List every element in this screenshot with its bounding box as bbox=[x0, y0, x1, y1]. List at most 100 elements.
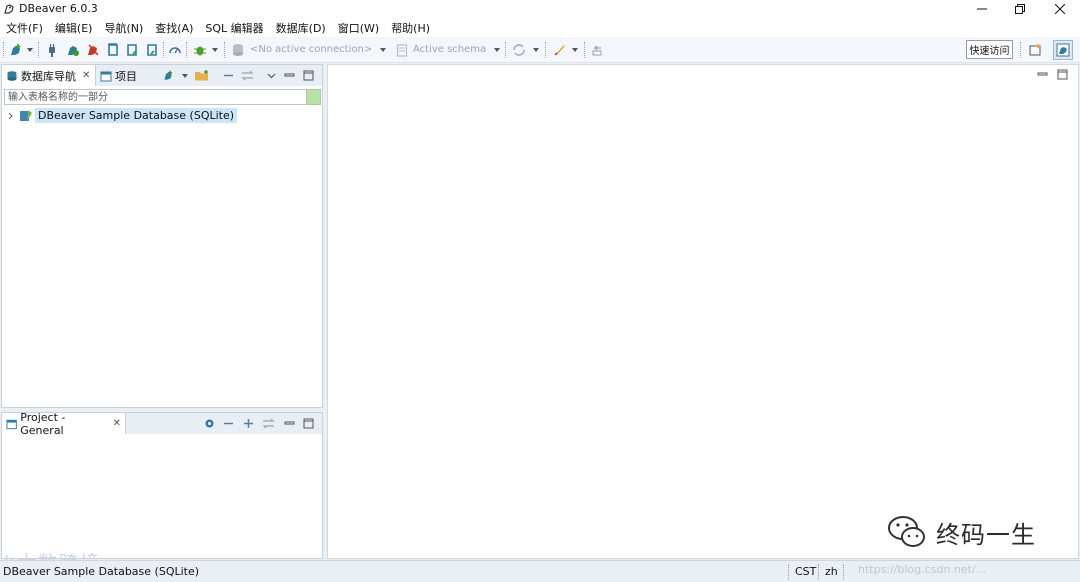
menu-edit[interactable]: 编辑(E) bbox=[51, 20, 97, 36]
editor-area[interactable] bbox=[327, 64, 1079, 559]
open-perspective-icon bbox=[1029, 44, 1041, 56]
tools-button[interactable] bbox=[552, 42, 568, 58]
collapse-all-button[interactable] bbox=[222, 69, 235, 82]
maximize-panel-button[interactable] bbox=[302, 69, 315, 82]
tab-project-general[interactable]: Project - General ✕ bbox=[2, 410, 126, 437]
dbeaver-perspective-button[interactable] bbox=[1053, 40, 1073, 60]
dbeaver-perspective-icon bbox=[1056, 43, 1070, 57]
database-navigator-panel: 数据库导航 ✕ 项目 输入表格名称的一部分 DBeaver Sample Dat… bbox=[1, 64, 323, 408]
link-with-editor-button[interactable] bbox=[240, 69, 255, 82]
tab-label: Project - General bbox=[20, 410, 66, 437]
database-navigator-icon bbox=[7, 70, 17, 81]
back-arrow-icon bbox=[592, 45, 602, 56]
project-collapse-button[interactable] bbox=[222, 417, 235, 430]
menu-file[interactable]: 文件(F) bbox=[2, 20, 47, 36]
disconnect-button[interactable] bbox=[86, 42, 100, 58]
folder-icon bbox=[195, 70, 208, 81]
toolbar-separator bbox=[3, 42, 4, 58]
gear-icon bbox=[205, 419, 214, 428]
reconnect-icon bbox=[68, 46, 79, 56]
connection-selector-icon-wrap bbox=[232, 42, 244, 58]
new-connection-panel-button[interactable] bbox=[162, 69, 175, 82]
status-separator bbox=[788, 564, 789, 580]
project-tab-bar: Project - General ✕ bbox=[2, 410, 322, 437]
schema-selector-dropdown[interactable] bbox=[494, 48, 500, 52]
rollback-button[interactable] bbox=[145, 42, 159, 58]
project-maximize-button[interactable] bbox=[302, 417, 315, 430]
back-button[interactable] bbox=[590, 42, 604, 58]
quick-access-field[interactable]: 快速访问 bbox=[966, 40, 1013, 59]
connect-button[interactable] bbox=[46, 42, 58, 58]
new-connection-dropdown[interactable] bbox=[27, 48, 33, 52]
preferences-dropdown[interactable] bbox=[212, 48, 218, 52]
toolbar-separator bbox=[1020, 42, 1021, 58]
tab-label: 数据库导航 bbox=[21, 69, 76, 83]
database-icon bbox=[233, 44, 243, 56]
status-separator bbox=[818, 564, 819, 580]
disconnect-icon bbox=[88, 44, 99, 56]
minimize-panel-button[interactable] bbox=[283, 69, 296, 82]
connection-selector-dropdown[interactable] bbox=[380, 48, 386, 52]
wechat-account-name: 终码一生 bbox=[936, 520, 1036, 549]
tab-label: 项目 bbox=[115, 69, 137, 83]
menu-sql-editor[interactable]: SQL 编辑器 bbox=[201, 20, 267, 36]
editor-maximize-button[interactable] bbox=[1056, 68, 1069, 81]
preferences-button[interactable] bbox=[193, 42, 207, 58]
maximize-icon bbox=[303, 70, 314, 81]
menu-window[interactable]: 窗口(W) bbox=[334, 20, 383, 36]
menu-navigate[interactable]: 导航(N) bbox=[100, 20, 147, 36]
reconnect-button[interactable] bbox=[66, 42, 80, 58]
tree-item-sample-database[interactable]: DBeaver Sample Database (SQLite) bbox=[6, 108, 238, 123]
close-window-button[interactable] bbox=[1040, 0, 1080, 18]
toolbar-separator bbox=[545, 42, 546, 58]
new-connection-panel-dropdown[interactable] bbox=[182, 74, 188, 78]
tools-dropdown[interactable] bbox=[572, 48, 578, 52]
collapse-all-icon bbox=[224, 74, 233, 77]
wechat-logo-icon bbox=[888, 516, 925, 547]
title-bar: DBeaver 6.0.3 bbox=[0, 0, 1080, 18]
minimize-icon bbox=[284, 73, 295, 77]
tab-database-navigator[interactable]: 数据库导航 ✕ bbox=[2, 65, 96, 86]
transaction-monitor-button[interactable] bbox=[168, 42, 182, 58]
tab-projects[interactable]: 项目 bbox=[96, 65, 141, 86]
rollback-icon bbox=[147, 44, 157, 56]
commit-button[interactable] bbox=[125, 42, 139, 58]
dbeaver-logo-icon bbox=[4, 4, 14, 14]
view-menu-button[interactable] bbox=[265, 69, 278, 82]
right-watermark: https://blog.csdn.net/... bbox=[858, 563, 987, 576]
project-settings-button[interactable] bbox=[203, 417, 216, 430]
new-connection-icon bbox=[164, 70, 173, 80]
project-link-button[interactable] bbox=[261, 417, 276, 430]
close-tab-icon[interactable]: ✕ bbox=[82, 70, 90, 81]
restore-button[interactable] bbox=[1000, 0, 1040, 18]
new-folder-button[interactable] bbox=[194, 69, 210, 82]
bug-icon bbox=[194, 46, 206, 56]
window-title: DBeaver 6.0.3 bbox=[19, 2, 98, 15]
wechat-watermark: 终码一生 bbox=[886, 514, 1036, 550]
chevron-right-icon[interactable] bbox=[6, 111, 16, 121]
chevron-down-icon bbox=[267, 73, 276, 79]
link-arrows-icon bbox=[241, 70, 254, 81]
project-expand-button[interactable] bbox=[242, 417, 255, 430]
transaction-mode-button[interactable] bbox=[511, 42, 527, 58]
new-connection-button[interactable] bbox=[8, 42, 24, 58]
commit-mode-button[interactable] bbox=[106, 42, 120, 58]
filter-apply-button[interactable] bbox=[306, 89, 321, 105]
menu-database[interactable]: 数据库(D) bbox=[272, 20, 330, 36]
menu-search[interactable]: 查找(A) bbox=[151, 20, 197, 36]
menu-help[interactable]: 帮助(H) bbox=[387, 20, 434, 36]
editor-minimize-button[interactable] bbox=[1036, 68, 1049, 81]
table-name-filter-input[interactable] bbox=[4, 89, 306, 105]
connection-selector[interactable]: <No active connection> bbox=[250, 44, 372, 55]
schema-selector[interactable]: Active schema bbox=[413, 44, 486, 55]
minimize-button[interactable] bbox=[962, 0, 1002, 18]
minimize-icon bbox=[284, 421, 295, 425]
open-perspective-button[interactable] bbox=[1026, 40, 1046, 60]
navigator-tab-bar: 数据库导航 ✕ 项目 bbox=[2, 65, 322, 86]
close-tab-icon[interactable]: ✕ bbox=[113, 418, 121, 429]
schema-selector-icon-wrap bbox=[396, 42, 408, 58]
project-icon bbox=[6, 419, 17, 429]
status-separator bbox=[843, 564, 844, 580]
project-minimize-button[interactable] bbox=[283, 417, 296, 430]
transaction-mode-dropdown[interactable] bbox=[533, 48, 539, 52]
